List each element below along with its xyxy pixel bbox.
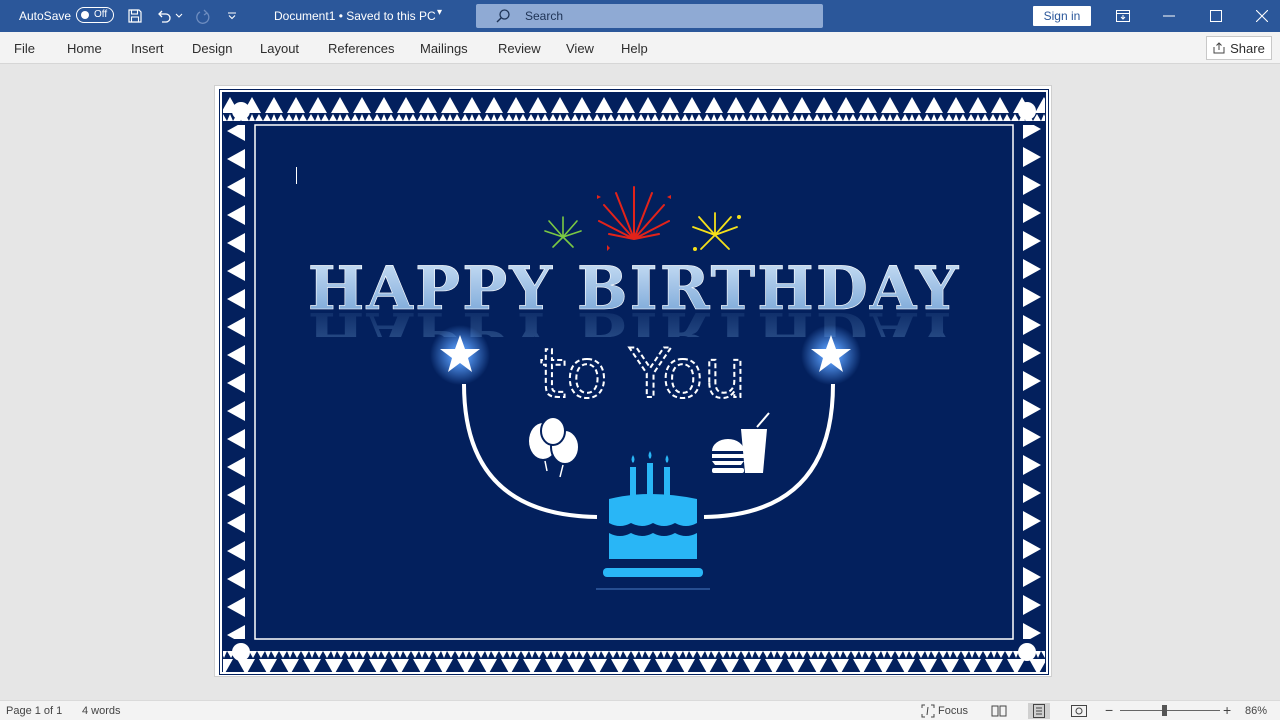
tab-mailings[interactable]: Mailings <box>420 41 468 56</box>
share-icon <box>1213 42 1225 54</box>
minimize-icon[interactable] <box>1146 0 1192 32</box>
word-count[interactable]: 4 words <box>82 705 121 717</box>
document-title[interactable]: Document1 • Saved to this PC <box>274 9 436 23</box>
zoom-level[interactable]: 86% <box>1245 705 1267 717</box>
focus-label[interactable]: Focus <box>938 705 968 717</box>
chevron-down-icon[interactable]: ▾ <box>437 7 442 18</box>
tab-references[interactable]: References <box>328 41 394 56</box>
search-placeholder: Search <box>525 9 564 23</box>
undo-icon[interactable] <box>154 6 174 26</box>
birthday-card: HAPPY BIRTHDAY HAPPY BIRTHDAY to You <box>219 89 1049 675</box>
focus-icon[interactable] <box>918 703 938 719</box>
share-button[interactable]: Share <box>1206 36 1272 60</box>
redo-icon[interactable] <box>193 6 213 26</box>
customize-toolbar-icon[interactable] <box>222 6 242 26</box>
text-cursor <box>296 167 297 184</box>
tab-help[interactable]: Help <box>621 41 648 56</box>
ribbon-display-options-icon[interactable] <box>1100 0 1146 32</box>
search-box[interactable]: Search <box>476 4 823 28</box>
tab-design[interactable]: Design <box>192 41 232 56</box>
page-info[interactable]: Page 1 of 1 <box>6 705 62 717</box>
zoom-in-icon[interactable]: + <box>1223 702 1231 718</box>
maximize-icon[interactable] <box>1193 0 1239 32</box>
zoom-slider-thumb[interactable] <box>1162 705 1167 716</box>
subline-text: to You <box>539 335 746 414</box>
autosave-toggle[interactable]: Off <box>76 7 114 23</box>
toggle-knob <box>81 11 89 19</box>
print-layout-icon[interactable] <box>1028 703 1050 719</box>
tab-insert[interactable]: Insert <box>131 41 164 56</box>
share-label: Share <box>1230 40 1265 56</box>
tab-review[interactable]: Review <box>498 41 541 56</box>
web-layout-icon[interactable] <box>1068 703 1090 719</box>
tab-home[interactable]: Home <box>67 41 102 56</box>
tab-file[interactable]: File <box>14 41 35 56</box>
zoom-out-icon[interactable]: − <box>1105 702 1113 718</box>
save-icon[interactable] <box>125 6 145 26</box>
tab-view[interactable]: View <box>566 41 594 56</box>
autosave-label: AutoSave <box>19 9 72 23</box>
read-mode-icon[interactable] <box>988 703 1010 719</box>
undo-dropdown-icon[interactable] <box>172 6 186 26</box>
tab-layout[interactable]: Layout <box>260 41 299 56</box>
title-bar: AutoSave Off Document1 • Saved to this P… <box>0 0 1280 32</box>
close-icon[interactable] <box>1239 0 1280 32</box>
sign-in-button[interactable]: Sign in <box>1033 6 1091 26</box>
zoom-slider-track[interactable] <box>1120 710 1220 711</box>
status-bar: Page 1 of 1 4 words Focus − + 86% <box>0 700 1280 720</box>
document-page[interactable]: HAPPY BIRTHDAY HAPPY BIRTHDAY to You <box>214 85 1052 677</box>
autosave-state: Off <box>94 9 108 20</box>
ribbon-tabs: File Home Insert Design Layout Reference… <box>0 32 1280 64</box>
search-icon <box>495 8 511 27</box>
